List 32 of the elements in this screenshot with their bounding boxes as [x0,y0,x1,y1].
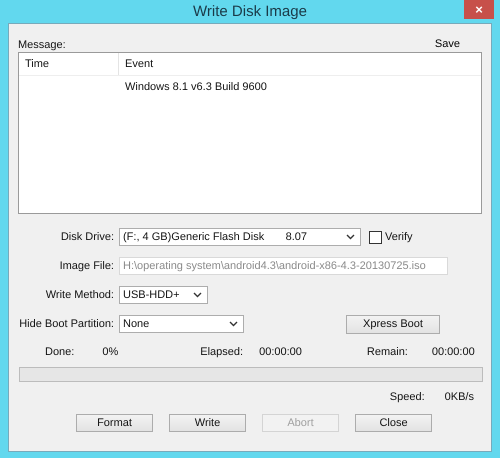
field-label: Image File: [58,260,114,272]
dialog-button[interactable]: Write [169,414,246,432]
status-label: Remain: [366,346,408,358]
status-label: Done: [45,346,74,358]
field-label: Hide Boot Partition: [18,318,114,330]
verify-checkbox[interactable] [369,230,382,244]
speed-label: Speed: [390,391,425,403]
field-label: Disk Drive: [60,231,114,243]
status-value: 0% [102,346,118,358]
status-value: 00:00:00 [259,346,302,358]
dialog-button: Abort [262,414,339,432]
hide-boot-partition-dropdown[interactable]: None [119,315,244,333]
checkbox-label: Verify [385,231,413,243]
caret-icon [193,292,202,298]
close-button[interactable]: × [464,0,494,19]
status-value: 00:00:00 [432,346,475,358]
xpress-boot-button[interactable]: Xpress Boot [346,314,440,334]
field-label: Write Method: [44,289,114,301]
disk-drive-dropdown[interactable]: (F:, 4 GB)Generic Flash Disk 8.07 [119,228,361,246]
save-button[interactable]: Save [426,38,468,52]
dialog-button[interactable]: Close [355,414,432,432]
column-header[interactable]: Time [19,53,119,75]
message-label: Message: [18,39,66,51]
speed-value: 0KB/s [444,391,474,403]
status-label: Elapsed: [200,346,244,358]
dialog-button[interactable]: Format [76,414,153,432]
window-title: Write Disk Image [193,3,307,20]
caret-icon [346,234,355,240]
write-method-dropdown[interactable]: USB-HDD+ [119,286,208,304]
table-cell-text: Windows 8.1 v6.3 Build 9600 [124,81,267,93]
caret-icon [229,321,238,327]
column-header[interactable]: Event [119,58,154,70]
